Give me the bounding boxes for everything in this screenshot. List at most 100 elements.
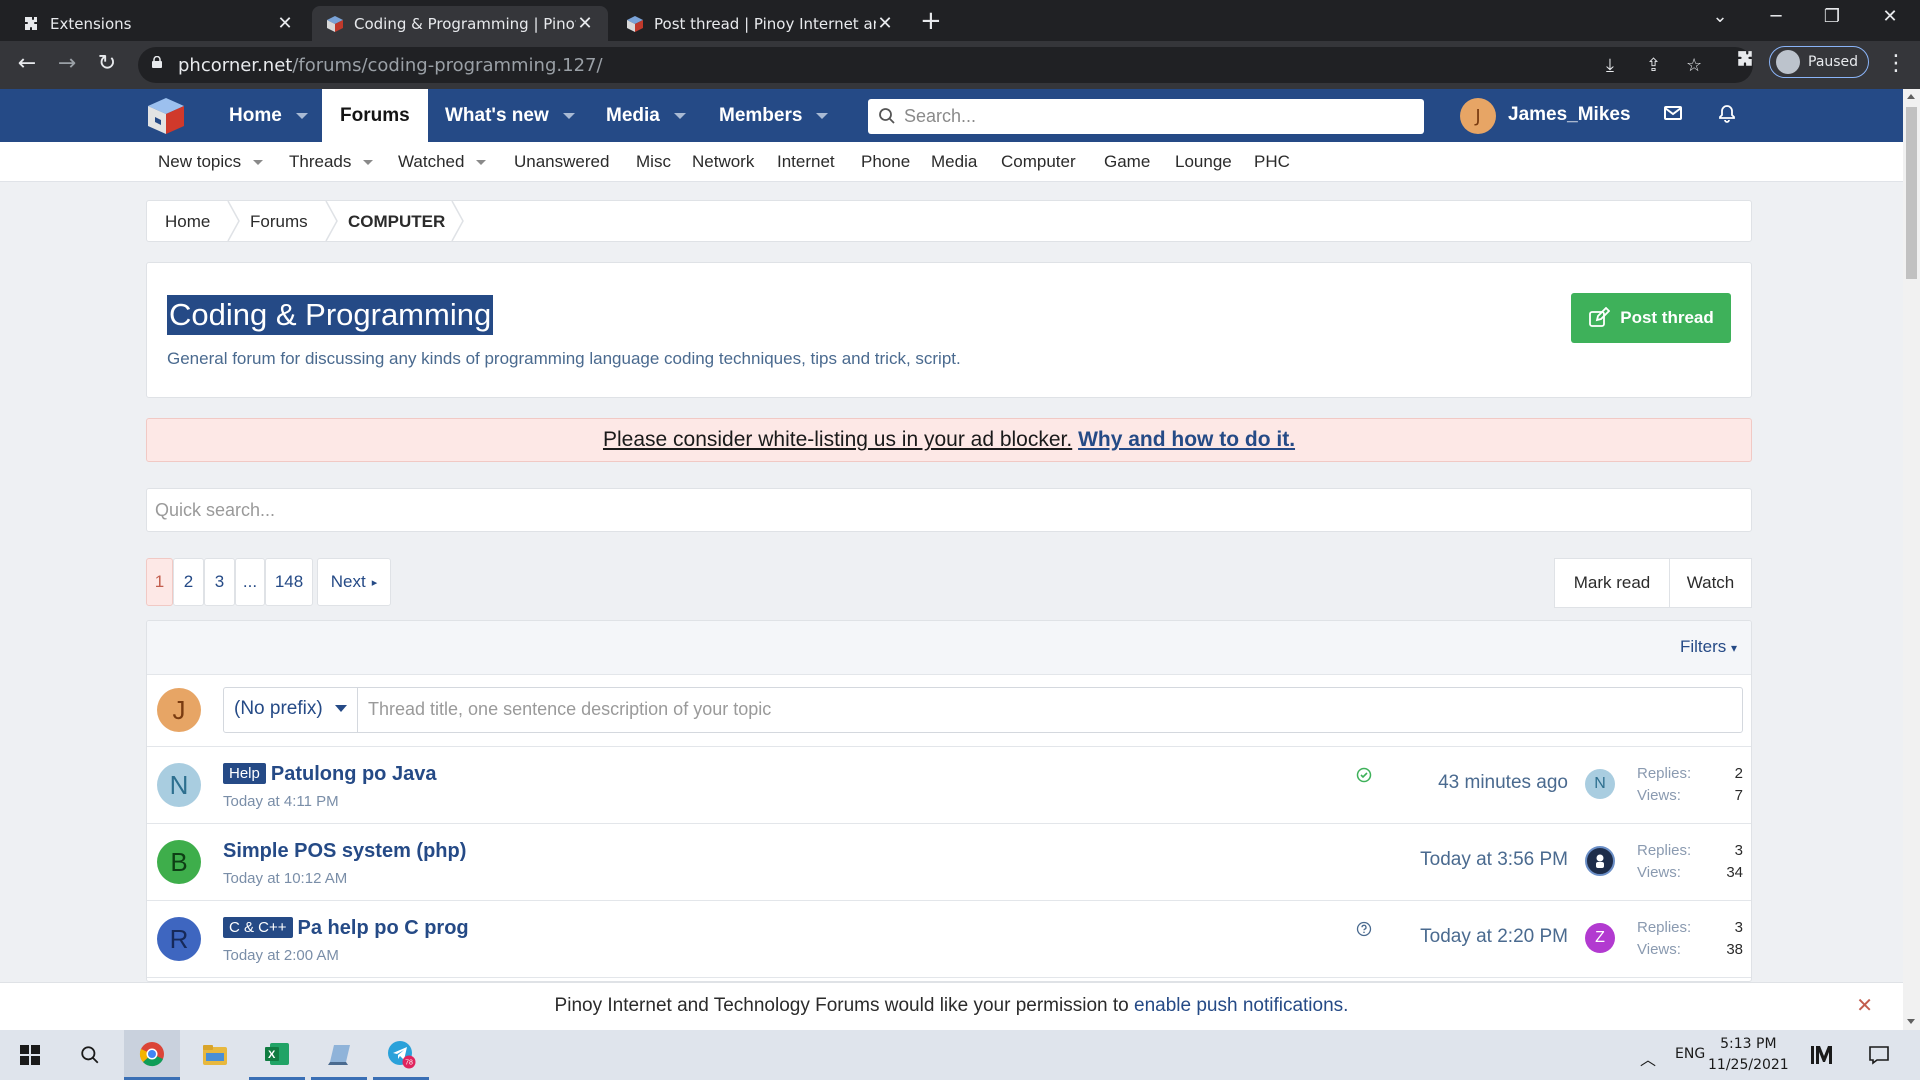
thread-row[interactable]: R C & C++ Pa help po C prog Today at 2:00… — [147, 901, 1751, 978]
thread-title-link[interactable]: C & C++ Pa help po C prog — [223, 917, 469, 940]
last-post-time[interactable]: Today at 2:20 PM — [1420, 926, 1568, 948]
thread-start-date[interactable]: Today at 2:00 AM — [223, 947, 339, 964]
chevron-down-icon[interactable] — [816, 112, 829, 119]
subnav-new-topics[interactable]: New topics — [158, 152, 264, 172]
chevron-down-icon[interactable] — [673, 112, 686, 119]
page-2[interactable]: 2 — [173, 558, 204, 606]
adblock-howto-link[interactable]: Why and how to do it. — [1078, 428, 1295, 451]
install-app-icon[interactable]: ⤓ — [1606, 55, 1614, 76]
tab-coding-programming[interactable]: Coding & Programming | Pinoy I ✕ — [312, 6, 608, 41]
subnav-network[interactable]: Network — [692, 152, 754, 172]
subnav-media[interactable]: Media — [931, 152, 977, 172]
thread-title-field[interactable]: (No prefix) Thread title, one sentence d… — [223, 687, 1743, 733]
monitor-app-tray-icon[interactable] — [1810, 1044, 1838, 1066]
breadcrumb-forums[interactable]: Forums — [250, 212, 308, 232]
mark-read-button[interactable]: Mark read — [1554, 558, 1670, 608]
post-thread-button[interactable]: Post thread — [1571, 293, 1731, 343]
nav-home[interactable]: Home — [229, 89, 308, 142]
taskbar-chrome[interactable] — [124, 1030, 180, 1080]
bookmark-star-icon[interactable]: ☆ — [1686, 55, 1702, 76]
back-arrow-icon[interactable]: ← — [12, 51, 42, 76]
chevron-down-icon[interactable] — [562, 112, 575, 119]
chevron-down-icon[interactable] — [295, 112, 308, 119]
subnav-watched[interactable]: Watched — [398, 152, 487, 172]
share-icon[interactable]: ⇪ — [1646, 55, 1661, 76]
page-1[interactable]: 1 — [146, 558, 173, 606]
user-name[interactable]: James_Mikes — [1508, 104, 1631, 126]
thread-row[interactable]: N Help Patulong po Java Today at 4:11 PM … — [147, 747, 1751, 824]
chevron-down-icon[interactable] — [476, 160, 487, 166]
tab-extensions[interactable]: Extensions ✕ — [8, 6, 308, 41]
taskbar-app[interactable] — [311, 1030, 367, 1080]
next-page-button[interactable]: Next ▸ — [317, 558, 391, 606]
filters-button[interactable]: Filters ▾ — [1680, 637, 1737, 657]
address-bar[interactable]: phcorner.net/forums/coding-programming.1… — [138, 47, 1753, 83]
thread-row[interactable]: B Simple POS system (php) Today at 10:12… — [147, 824, 1751, 901]
profile-button[interactable]: Paused — [1769, 46, 1869, 78]
subnav-computer[interactable]: Computer — [1001, 152, 1076, 172]
page-scrollbar[interactable] — [1903, 89, 1920, 1030]
bell-icon[interactable] — [1717, 103, 1737, 123]
subnav-misc[interactable]: Misc — [636, 152, 671, 172]
close-tab-icon[interactable]: ✕ — [876, 13, 894, 34]
thread-title-link[interactable]: Help Patulong po Java — [223, 763, 436, 786]
scroll-up-arrow-icon[interactable] — [1907, 94, 1915, 99]
taskbar-excel[interactable]: X — [249, 1030, 305, 1080]
last-post-time[interactable]: Today at 3:56 PM — [1420, 849, 1568, 871]
thread-start-date[interactable]: Today at 4:11 PM — [223, 793, 339, 810]
chevron-down-icon[interactable] — [363, 160, 374, 166]
start-button[interactable] — [2, 1030, 58, 1080]
last-poster-avatar[interactable] — [1585, 846, 1615, 876]
nav-forums[interactable]: Forums — [322, 89, 428, 142]
prefix-select[interactable]: (No prefix) — [224, 688, 358, 732]
input-language[interactable]: ENG — [1675, 1046, 1705, 1062]
forward-arrow-icon[interactable]: → — [52, 51, 82, 76]
breadcrumb-computer[interactable]: COMPUTER — [348, 212, 445, 232]
thread-prefix-label[interactable]: C & C++ — [223, 917, 293, 938]
last-post-time[interactable]: 43 minutes ago — [1438, 772, 1568, 794]
subnav-game[interactable]: Game — [1104, 152, 1150, 172]
last-poster-avatar[interactable]: N — [1585, 769, 1615, 799]
thread-title-link[interactable]: Simple POS system (php) — [223, 840, 466, 863]
close-tab-icon[interactable]: ✕ — [576, 13, 594, 34]
avatar[interactable]: N — [157, 763, 201, 807]
subnav-unanswered[interactable]: Unanswered — [514, 152, 609, 172]
close-window-button[interactable]: ✕ — [1870, 6, 1910, 27]
scroll-down-arrow-icon[interactable] — [1907, 1019, 1915, 1024]
thread-prefix-label[interactable]: Help — [223, 763, 266, 784]
close-tab-icon[interactable]: ✕ — [276, 13, 294, 34]
page-148[interactable]: 148 — [265, 558, 313, 606]
enable-push-link[interactable]: enable push notifications. — [1134, 995, 1348, 1016]
taskbar-telegram[interactable]: 78 — [373, 1030, 429, 1080]
show-hidden-icons-chevron-icon[interactable]: ︿ — [1640, 1046, 1656, 1070]
breadcrumb-home[interactable]: Home — [165, 212, 210, 232]
subnav-phc[interactable]: PHC — [1254, 152, 1290, 172]
avatar[interactable]: B — [157, 840, 201, 884]
nav-media[interactable]: Media — [606, 89, 686, 142]
taskbar-file-explorer[interactable] — [187, 1030, 243, 1080]
page-ellipsis[interactable]: ... — [235, 558, 265, 606]
avatar[interactable]: R — [157, 917, 201, 961]
subnav-threads[interactable]: Threads — [289, 152, 374, 172]
nav-whats-new[interactable]: What's new — [445, 89, 575, 142]
chevron-down-icon[interactable] — [253, 160, 264, 166]
reload-icon[interactable]: ↻ — [92, 51, 122, 76]
minimize-button[interactable]: ─ — [1756, 6, 1796, 27]
avatar[interactable]: J — [157, 688, 201, 732]
site-search-input[interactable]: Search... — [868, 99, 1424, 134]
subnav-phone[interactable]: Phone — [861, 152, 910, 172]
action-center-icon[interactable] — [1868, 1045, 1890, 1065]
page-3[interactable]: 3 — [204, 558, 235, 606]
subnav-lounge[interactable]: Lounge — [1175, 152, 1232, 172]
last-poster-avatar[interactable]: Z — [1585, 923, 1615, 953]
scrollbar-thumb[interactable] — [1906, 107, 1917, 279]
quick-search-input[interactable]: Quick search... — [146, 488, 1752, 532]
taskbar-search-button[interactable] — [62, 1030, 118, 1080]
more-menu-icon[interactable]: ⋮ — [1885, 51, 1907, 76]
site-logo[interactable] — [145, 95, 187, 137]
taskbar-clock[interactable]: 5:13 PM 11/25/2021 — [1708, 1034, 1789, 1076]
extensions-puzzle-icon[interactable] — [1736, 50, 1754, 73]
new-tab-button[interactable]: + — [920, 6, 942, 36]
tab-post-thread[interactable]: Post thread | Pinoy Internet and ✕ — [612, 6, 908, 41]
subnav-internet[interactable]: Internet — [777, 152, 835, 172]
